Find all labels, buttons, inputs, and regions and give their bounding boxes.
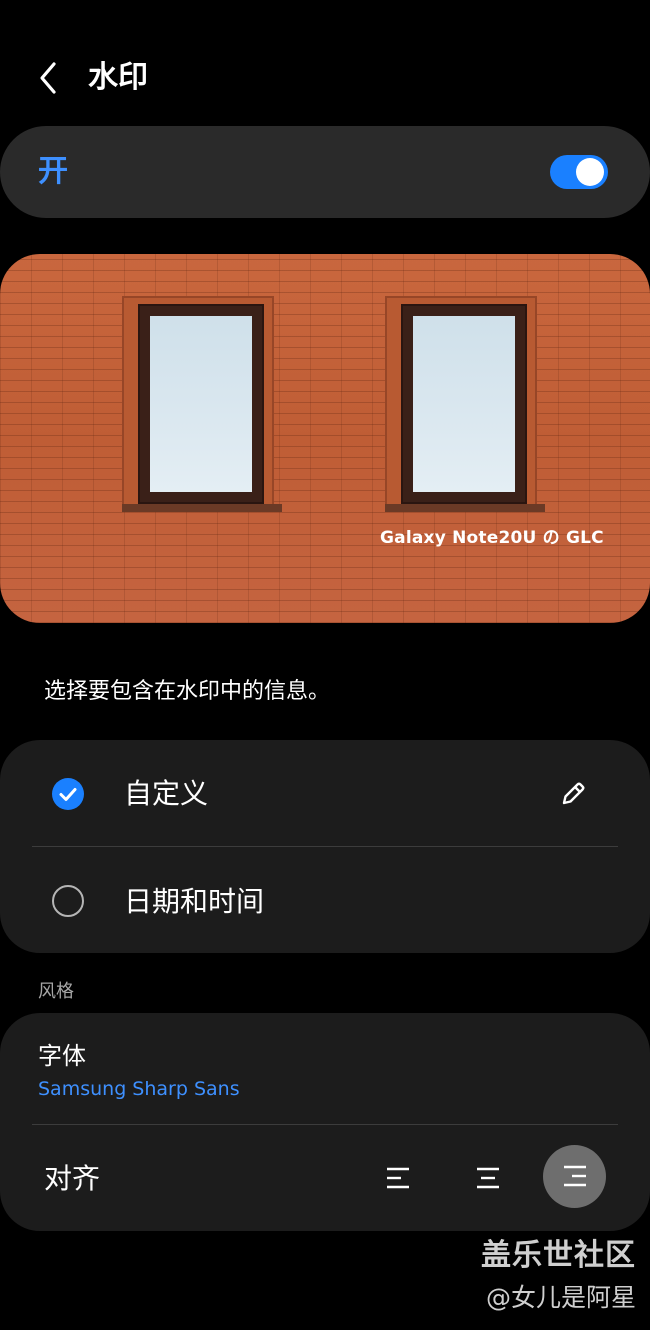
check-circle-icon[interactable] xyxy=(52,778,84,810)
chevron-left-icon xyxy=(40,62,56,94)
option-custom[interactable]: 自定义 xyxy=(0,740,650,847)
watermark-switch[interactable] xyxy=(550,155,608,189)
toggle-label: 开 xyxy=(38,154,68,189)
style-section-label: 风格 xyxy=(38,981,74,1002)
options-divider xyxy=(32,846,618,847)
window-left xyxy=(122,296,282,512)
align-center-button[interactable] xyxy=(460,1150,516,1206)
switch-knob xyxy=(576,158,604,186)
align-left-icon xyxy=(387,1167,409,1189)
align-center-icon xyxy=(477,1167,499,1189)
window-right xyxy=(385,296,545,512)
author-watermark: @女儿是阿星 xyxy=(485,1283,636,1312)
page-title: 水印 xyxy=(88,60,148,95)
align-right-icon xyxy=(564,1165,586,1187)
style-card: 字体 Samsung Sharp Sans 对齐 xyxy=(0,1013,650,1231)
style-divider xyxy=(32,1124,618,1125)
alignment-label: 对齐 xyxy=(44,1162,101,1195)
option-datetime[interactable]: 日期和时间 xyxy=(0,848,650,954)
font-value: Samsung Sharp Sans xyxy=(38,1078,240,1100)
watermark-preview-image: Galaxy Note20U の GLC xyxy=(0,254,650,623)
watermark-settings-page: 水印 开 Galaxy Note20U の GLC 选择要包含在水印中的信息。 … xyxy=(0,0,650,1330)
option-label-custom: 自定义 xyxy=(124,777,209,810)
back-button[interactable] xyxy=(32,58,68,98)
preview-watermark-text: Galaxy Note20U の GLC xyxy=(380,528,604,548)
pencil-icon xyxy=(562,782,585,805)
option-label-datetime: 日期和时间 xyxy=(124,885,265,918)
radio-empty-icon[interactable] xyxy=(52,885,84,917)
community-watermark: 盖乐世社区 xyxy=(481,1238,636,1273)
font-title: 字体 xyxy=(38,1042,86,1070)
watermark-info-options: 自定义 日期和时间 xyxy=(0,740,650,953)
align-left-button[interactable] xyxy=(370,1150,426,1206)
edit-custom-button[interactable] xyxy=(556,777,590,811)
align-right-button[interactable] xyxy=(543,1145,606,1208)
info-description: 选择要包含在水印中的信息。 xyxy=(44,679,331,704)
